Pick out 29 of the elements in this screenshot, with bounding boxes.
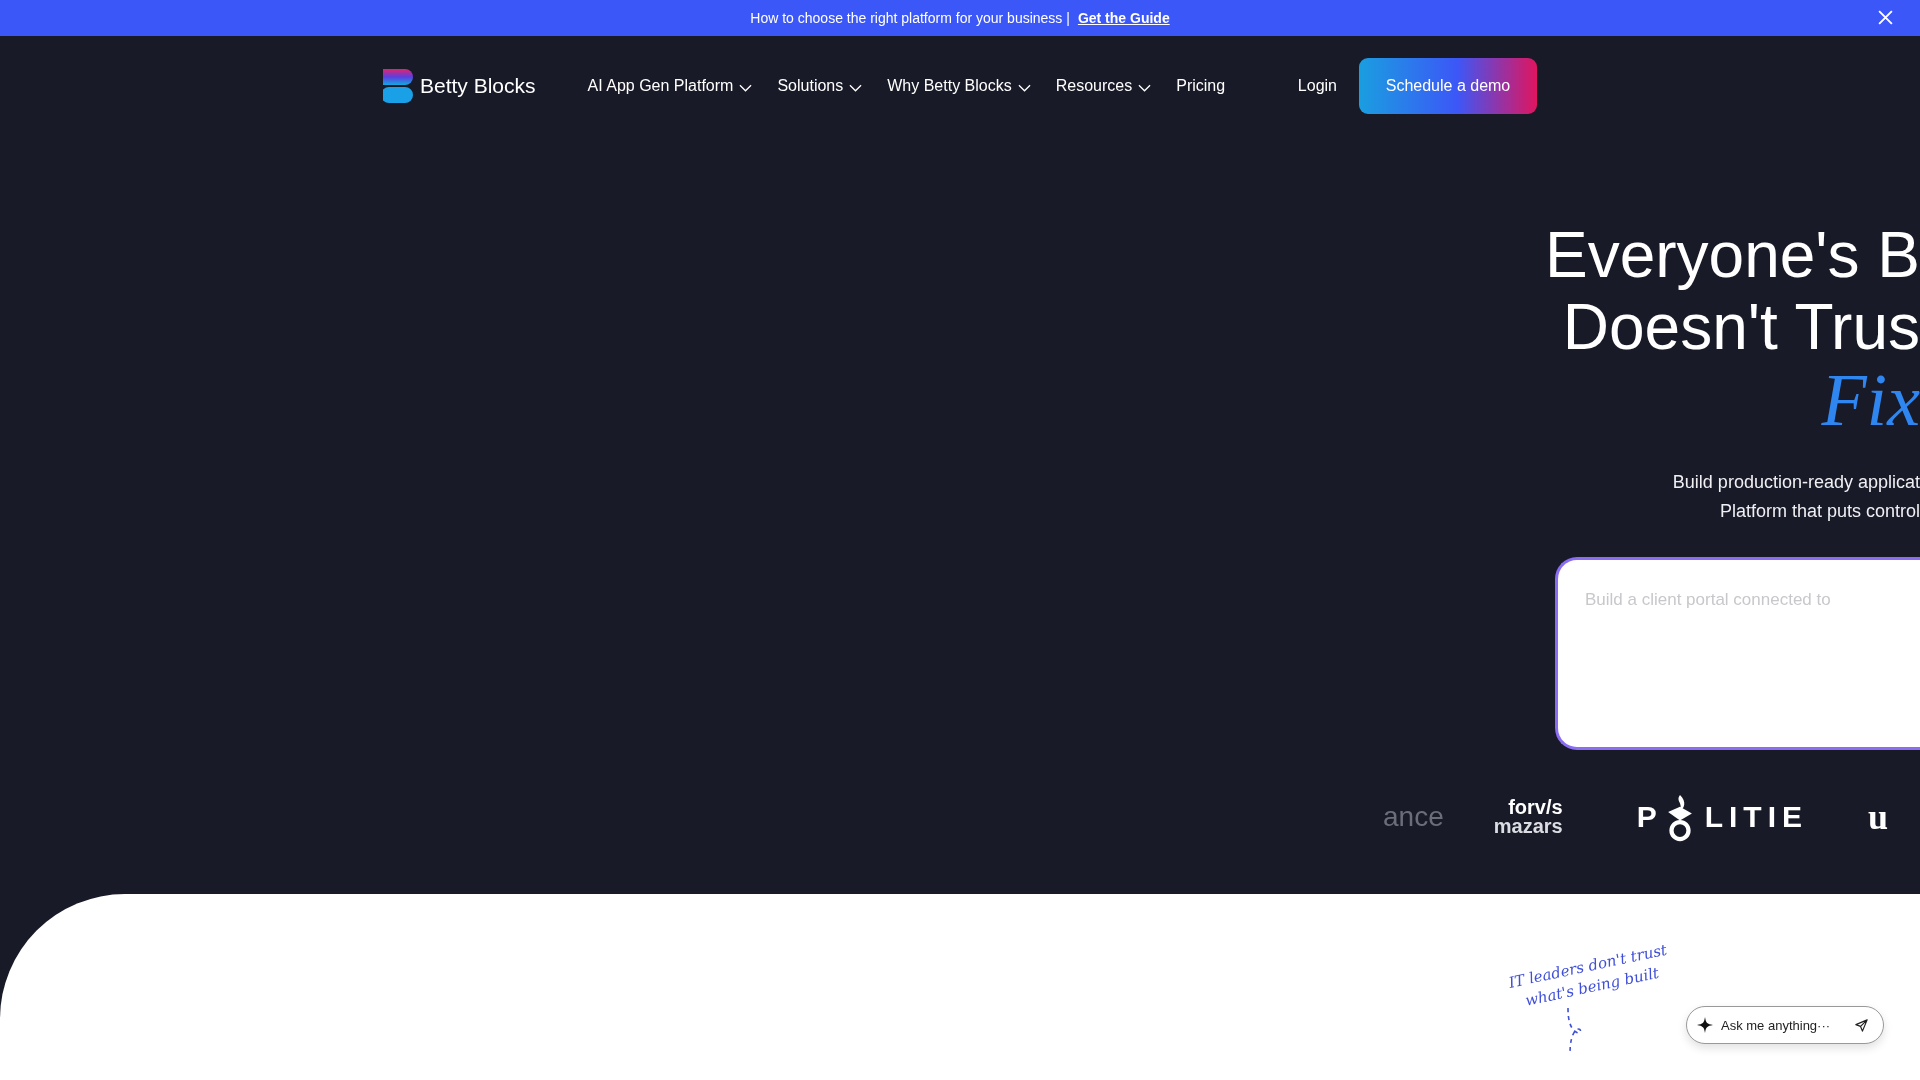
guide-link[interactable]: Get the Guide bbox=[1077, 10, 1170, 26]
hero-heading: Doesn't Trus bbox=[1562, 291, 1920, 363]
login-link[interactable]: Login bbox=[1297, 77, 1337, 95]
announcement-text: How to choose the right platform for your business | bbox=[750, 10, 1070, 26]
chevron-down-icon bbox=[1017, 83, 1031, 92]
chevron-down-icon bbox=[739, 83, 753, 92]
hero-subtitle: Build production-ready applicat bbox=[1672, 471, 1920, 494]
hero-highlight: Fix bbox=[1821, 363, 1920, 437]
chevron-down-icon bbox=[849, 83, 863, 92]
nav-item[interactable]: Why Betty Blocks bbox=[887, 77, 1031, 95]
send-icon[interactable] bbox=[1854, 1017, 1869, 1033]
chevron-down-icon bbox=[1138, 83, 1152, 92]
client-logo: u bbox=[1868, 796, 1889, 838]
schedule-demo-button[interactable]: Schedule a demo bbox=[1359, 58, 1537, 114]
client-logo: ance bbox=[1383, 801, 1444, 833]
hero-heading: Everyone's B bbox=[1544, 219, 1920, 291]
nav-item[interactable]: Resources bbox=[1055, 77, 1152, 95]
nav-item[interactable]: AI App Gen Platform bbox=[587, 77, 753, 95]
client-logo: forv/s mazars bbox=[1493, 798, 1563, 836]
logo-icon[interactable] bbox=[383, 69, 413, 103]
brand-name[interactable]: Betty Blocks bbox=[420, 74, 536, 98]
client-logo: P LITIE bbox=[1636, 792, 1808, 842]
chat-field[interactable]: Ask me anything··· bbox=[1686, 1006, 1884, 1044]
nav-item[interactable]: Pricing bbox=[1176, 77, 1226, 95]
close-icon[interactable] bbox=[1877, 9, 1894, 26]
hero-subtitle: Platform that puts control bbox=[1719, 500, 1920, 523]
sparkle-icon bbox=[1697, 1017, 1713, 1033]
handwritten-note: IT leaders don't trust what's being built bbox=[1506, 939, 1670, 1012]
nav-item[interactable]: Solutions bbox=[777, 77, 863, 95]
